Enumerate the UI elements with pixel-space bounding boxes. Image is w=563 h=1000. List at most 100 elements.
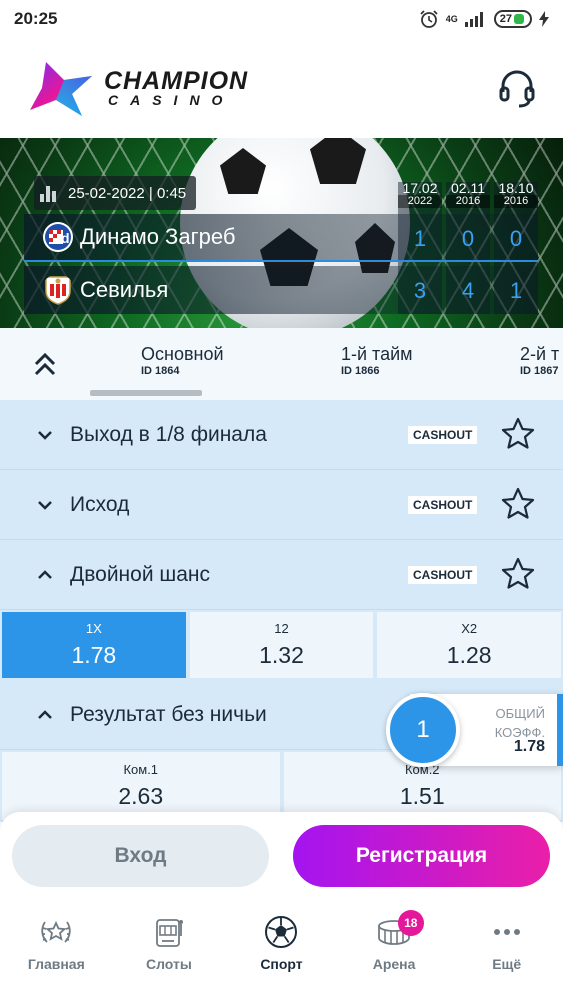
- market-round-of-16[interactable]: Выход в 1/8 финала CASHOUT: [0, 400, 563, 470]
- market-title: Выход в 1/8 финала: [70, 422, 267, 446]
- battery-fill: [514, 14, 524, 24]
- tab-id: ID 1866: [341, 365, 380, 377]
- tab-name: 1-й тайм: [341, 344, 413, 364]
- history-score-away: 3: [413, 278, 427, 303]
- active-tab-indicator: [90, 390, 202, 396]
- tab-name: 2-й т: [520, 344, 560, 364]
- logo-star-icon: [30, 62, 92, 116]
- match-datetime[interactable]: 25-02-2022 | 0:45: [34, 176, 197, 210]
- soccer-ball-icon: [265, 916, 298, 948]
- total-odds-value: 1.78: [513, 738, 545, 755]
- market-outcome[interactable]: Исход CASHOUT: [0, 470, 563, 540]
- status-time: 20:25: [14, 9, 58, 28]
- headset-icon[interactable]: [497, 68, 537, 108]
- nav-item-sport[interactable]: Спорт: [225, 902, 338, 1000]
- tab-id: ID 1867: [520, 365, 559, 377]
- login-button[interactable]: Вход: [12, 825, 269, 887]
- history-score-away: 4: [461, 278, 475, 303]
- history-date: 18.10: [498, 180, 534, 196]
- logo-subtitle: CASINO: [108, 92, 235, 108]
- history-date: 02.11: [451, 180, 485, 196]
- nav-label: Главная: [27, 956, 85, 972]
- double-chance-odds: 1X 1.78 12 1.32 X2 1.28: [0, 610, 563, 680]
- history-header-2: 02.11 2016: [446, 180, 490, 208]
- history-score-home: 0: [461, 226, 475, 251]
- chevron-up-icon: [38, 709, 52, 719]
- odd-value: 2.63: [118, 783, 164, 809]
- more-dots-icon: [493, 929, 520, 935]
- chevron-down-icon: [38, 500, 52, 510]
- charging-icon: [539, 11, 549, 27]
- nav-label: Арена: [372, 956, 416, 972]
- total-odds-label-line1: ОБЩИЙ: [495, 706, 545, 721]
- market-title: Двойной шанс: [70, 562, 211, 586]
- odd-value: 1.78: [71, 642, 117, 668]
- bottom-navigation: Главная Слоты Спорт 18 Арена Ещё: [0, 902, 563, 1000]
- market-title: Исход: [70, 492, 130, 516]
- signal-icon: [464, 12, 483, 27]
- away-team-name: Севилья: [80, 277, 169, 302]
- brand-logo[interactable]: CHAMPION CASINO: [26, 58, 248, 118]
- favorite-star-icon[interactable]: [500, 416, 536, 452]
- nav-item-slots[interactable]: Слоты: [113, 902, 226, 1000]
- history-header-3: 18.10 2016: [494, 180, 538, 208]
- nav-label: Слоты: [145, 956, 192, 972]
- total-odds-label: ОБЩИЙ КОЭФФ.: [495, 704, 545, 742]
- nav-label: Спорт: [260, 956, 303, 972]
- alarm-icon: [420, 10, 438, 28]
- arena-badge: 18: [397, 910, 424, 936]
- network-label: 4G: [445, 14, 458, 24]
- tab-second-half[interactable]: 2-й т ID 1867: [520, 344, 559, 377]
- match-banner: 25-02-2022 | 0:45 17.02 2022 02.11 2016 …: [0, 138, 563, 328]
- home-team-name: Динамо Загреб: [80, 224, 236, 249]
- history-year: 2016: [446, 195, 490, 208]
- nav-label: Ещё: [492, 956, 522, 972]
- cashout-badge: CASHOUT: [408, 426, 478, 444]
- odd-button-12[interactable]: 12 1.32: [189, 612, 374, 678]
- odd-label: X2: [461, 621, 478, 636]
- battery-indicator: 27: [493, 10, 532, 28]
- odd-label: Ком.1: [123, 762, 159, 777]
- battery-level: 27: [499, 13, 512, 25]
- auth-bar: Вход Регистрация: [0, 812, 563, 902]
- chevron-down-icon: [38, 430, 52, 440]
- odd-button-x2[interactable]: X2 1.28: [377, 612, 562, 678]
- market-title: Результат без ничьи: [70, 702, 267, 726]
- odd-value: 1.28: [446, 642, 492, 668]
- odd-label: 12: [274, 621, 289, 636]
- nav-item-arena[interactable]: 18 Арена: [338, 902, 451, 1000]
- market-double-chance[interactable]: Двойной шанс CASHOUT: [0, 540, 563, 610]
- odd-button-team1[interactable]: Ком.1 2.63: [2, 752, 280, 820]
- dinamo-zagreb-emblem-icon: d: [43, 222, 73, 252]
- odd-button-1x[interactable]: 1X 1.78: [2, 612, 186, 678]
- history-score-home: 1: [413, 226, 427, 251]
- collapse-all-icon[interactable]: [28, 348, 62, 380]
- slot-machine-icon: [155, 919, 183, 947]
- register-button[interactable]: Регистрация: [293, 825, 550, 887]
- app-header: CHAMPION CASINO: [0, 38, 563, 138]
- history-year: 2022: [398, 195, 442, 208]
- favorite-star-icon[interactable]: [500, 556, 536, 592]
- laurel-star-icon: [41, 920, 71, 943]
- history-score-home: 0: [509, 226, 523, 251]
- svg-text:d: d: [61, 230, 70, 246]
- odd-value: 1.51: [399, 783, 445, 809]
- status-icons: 4G 27: [419, 9, 549, 29]
- odd-value: 1.32: [259, 642, 304, 668]
- odd-label: 1X: [85, 621, 102, 636]
- tab-name: Основной: [141, 344, 224, 364]
- market-group-tabs: Основной ID 1864 1-й тайм ID 1866 2-й т …: [0, 328, 563, 400]
- sevilla-emblem-icon: [45, 276, 71, 305]
- history-score-away: 1: [509, 278, 523, 303]
- history-date: 17.02: [402, 180, 438, 196]
- tab-id: ID 1864: [141, 365, 180, 377]
- nav-item-more[interactable]: Ещё: [450, 902, 563, 1000]
- history-header-1: 17.02 2022: [398, 180, 442, 208]
- logo-title: CHAMPION: [104, 67, 249, 95]
- favorite-star-icon[interactable]: [500, 486, 536, 522]
- history-year: 2016: [494, 195, 538, 208]
- tab-first-half[interactable]: 1-й тайм ID 1866: [341, 344, 413, 377]
- nav-item-home[interactable]: Главная: [0, 902, 113, 1000]
- tab-main[interactable]: Основной ID 1864: [141, 344, 224, 377]
- betslip-count-button[interactable]: 1: [386, 693, 460, 767]
